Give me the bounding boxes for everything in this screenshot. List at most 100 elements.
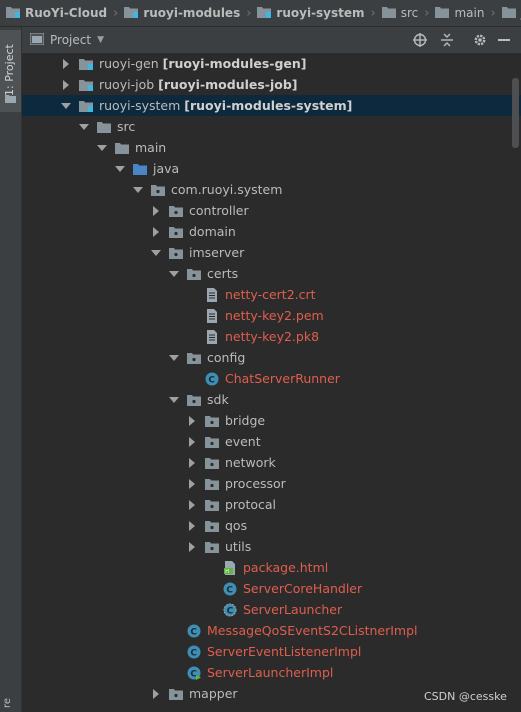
tree-node[interactable]: Hpackage.html bbox=[22, 557, 521, 578]
navigation-breadcrumb: RuoYi-Cloud › ruoyi-modules › ruoyi-system › s… bbox=[0, 0, 521, 27]
project-panel-title: Project bbox=[50, 33, 92, 47]
tree-node[interactable]: java bbox=[22, 158, 521, 179]
locate-target-icon[interactable] bbox=[412, 32, 428, 48]
breadcrumb-label: RuoYi-Cloud bbox=[25, 6, 108, 20]
tree-node[interactable]: src bbox=[22, 116, 521, 137]
package-icon bbox=[186, 392, 202, 408]
breadcrumb-item[interactable]: main › bbox=[435, 0, 501, 26]
breadcrumb-separator: › bbox=[113, 5, 119, 21]
chevron-right-icon[interactable] bbox=[186, 436, 198, 448]
breadcrumb-item[interactable]: ruoyi-system › bbox=[257, 0, 381, 26]
tree-node[interactable]: imserver bbox=[22, 242, 521, 263]
tree-scrollbar-thumb[interactable] bbox=[512, 78, 519, 148]
source-folder-icon bbox=[132, 161, 148, 177]
tree-node-label: imserver bbox=[189, 245, 245, 260]
module-folder-icon bbox=[124, 6, 139, 21]
tree-node[interactable]: controller bbox=[22, 200, 521, 221]
breadcrumb-label: src bbox=[400, 6, 419, 20]
gear-icon[interactable] bbox=[472, 32, 488, 48]
chevron-down-icon[interactable] bbox=[78, 121, 90, 133]
tree-node[interactable]: netty-key2.pem bbox=[22, 305, 521, 326]
tree-node-label: protocal bbox=[225, 497, 277, 512]
tree-scrollbar[interactable] bbox=[511, 53, 521, 712]
tree-node-label: netty-cert2.crt bbox=[225, 287, 316, 302]
folder-icon bbox=[501, 6, 516, 21]
chevron-down-icon[interactable] bbox=[150, 247, 162, 259]
tree-node[interactable]: processor bbox=[22, 473, 521, 494]
folder-icon bbox=[435, 6, 450, 21]
module-name-tag: [ruoyi-modules-job] bbox=[158, 77, 298, 92]
tree-node[interactable]: C ChatServerRunner bbox=[22, 368, 521, 389]
abstract-class-icon: C bbox=[222, 602, 238, 618]
tree-node[interactable]: network bbox=[22, 452, 521, 473]
tree-node[interactable]: com.ruoyi.system bbox=[22, 179, 521, 200]
breadcrumb-item[interactable]: java bbox=[501, 0, 521, 26]
tree-node-label: network bbox=[225, 455, 276, 470]
folder-icon bbox=[381, 6, 396, 21]
chevron-right-icon[interactable] bbox=[186, 520, 198, 532]
breadcrumb-separator: › bbox=[246, 5, 252, 21]
tree-node[interactable]: ruoyi-gen [ruoyi-modules-gen] bbox=[22, 53, 521, 74]
tree-node[interactable]: event bbox=[22, 431, 521, 452]
tree-node-label: MessageQoSEventS2CListnerImpl bbox=[207, 623, 418, 638]
tree-node[interactable]: sdk bbox=[22, 389, 521, 410]
chevron-right-icon[interactable] bbox=[186, 478, 198, 490]
breadcrumb-separator: › bbox=[490, 5, 496, 21]
tree-node-label: ChatServerRunner bbox=[225, 371, 340, 386]
chevron-down-icon[interactable]: ▼ bbox=[97, 35, 104, 45]
tree-node[interactable]: qos bbox=[22, 515, 521, 536]
tree-node[interactable]: main bbox=[22, 137, 521, 158]
tree-node[interactable]: C ServerCoreHandler bbox=[22, 578, 521, 599]
breadcrumb-item[interactable]: src › bbox=[381, 0, 436, 26]
java-class-icon: C bbox=[186, 644, 202, 660]
chevron-right-icon[interactable] bbox=[60, 79, 72, 91]
text-file-icon bbox=[204, 308, 220, 324]
tree-node[interactable]: C ServerLauncherImpl bbox=[22, 662, 521, 683]
project-tree[interactable]: ruoyi-gen [ruoyi-modules-gen] ruoyi-job [ru… bbox=[22, 53, 521, 712]
tree-node[interactable]: netty-key2.pk8 bbox=[22, 326, 521, 347]
java-class-icon: C bbox=[222, 581, 238, 597]
chevron-down-icon[interactable] bbox=[60, 100, 72, 112]
chevron-right-icon[interactable] bbox=[186, 457, 198, 469]
chevron-down-icon[interactable] bbox=[132, 184, 144, 196]
chevron-right-icon[interactable] bbox=[60, 58, 72, 70]
tree-node[interactable]: ruoyi-job [ruoyi-modules-job] bbox=[22, 74, 521, 95]
tree-node[interactable]: config bbox=[22, 347, 521, 368]
tree-node-label: ServerLauncher bbox=[243, 602, 343, 617]
chevron-down-icon[interactable] bbox=[168, 352, 180, 364]
chevron-down-icon[interactable] bbox=[168, 268, 180, 280]
tree-node[interactable]: utils bbox=[22, 536, 521, 557]
package-icon bbox=[204, 476, 220, 492]
tree-node[interactable]: C MessageQoSEventS2CListnerImpl bbox=[22, 620, 521, 641]
tree-node[interactable]: certs bbox=[22, 263, 521, 284]
collapse-all-icon[interactable] bbox=[439, 32, 455, 48]
breadcrumb-item[interactable]: ruoyi-modules › bbox=[124, 0, 257, 26]
tree-node[interactable]: netty-cert2.crt bbox=[22, 284, 521, 305]
project-tool-window-label[interactable]: 1: Project bbox=[3, 44, 16, 96]
chevron-right-icon[interactable] bbox=[186, 541, 198, 553]
tree-node[interactable]: domain bbox=[22, 221, 521, 242]
project-view-selector[interactable]: Project ▼ bbox=[29, 32, 104, 48]
breadcrumb-separator: › bbox=[424, 5, 430, 21]
tree-node[interactable]: C ServerEventListenerImpl bbox=[22, 641, 521, 662]
tree-node-label: processor bbox=[225, 476, 286, 491]
breadcrumb-label: main bbox=[454, 6, 485, 20]
chevron-right-icon[interactable] bbox=[186, 415, 198, 427]
breadcrumb-item[interactable]: RuoYi-Cloud › bbox=[0, 0, 124, 26]
tree-node[interactable]: ruoyi-system [ruoyi-modules-system] bbox=[22, 95, 521, 116]
text-file-icon bbox=[204, 329, 220, 345]
chevron-right-icon[interactable] bbox=[150, 226, 162, 238]
chevron-down-icon[interactable] bbox=[96, 142, 108, 154]
chevron-down-icon[interactable] bbox=[114, 163, 126, 175]
chevron-right-icon[interactable] bbox=[150, 205, 162, 217]
tree-node[interactable]: C ServerLauncher bbox=[22, 599, 521, 620]
tree-node-label: domain bbox=[189, 224, 236, 239]
chevron-right-icon[interactable] bbox=[186, 499, 198, 511]
chevron-down-icon[interactable] bbox=[168, 394, 180, 406]
chevron-right-icon[interactable] bbox=[150, 688, 162, 700]
minimize-icon[interactable] bbox=[496, 32, 512, 48]
tree-node[interactable]: bridge bbox=[22, 410, 521, 431]
tool-stripe-bottom-label[interactable]: re bbox=[2, 698, 13, 708]
tree-node[interactable]: protocal bbox=[22, 494, 521, 515]
package-icon bbox=[204, 497, 220, 513]
